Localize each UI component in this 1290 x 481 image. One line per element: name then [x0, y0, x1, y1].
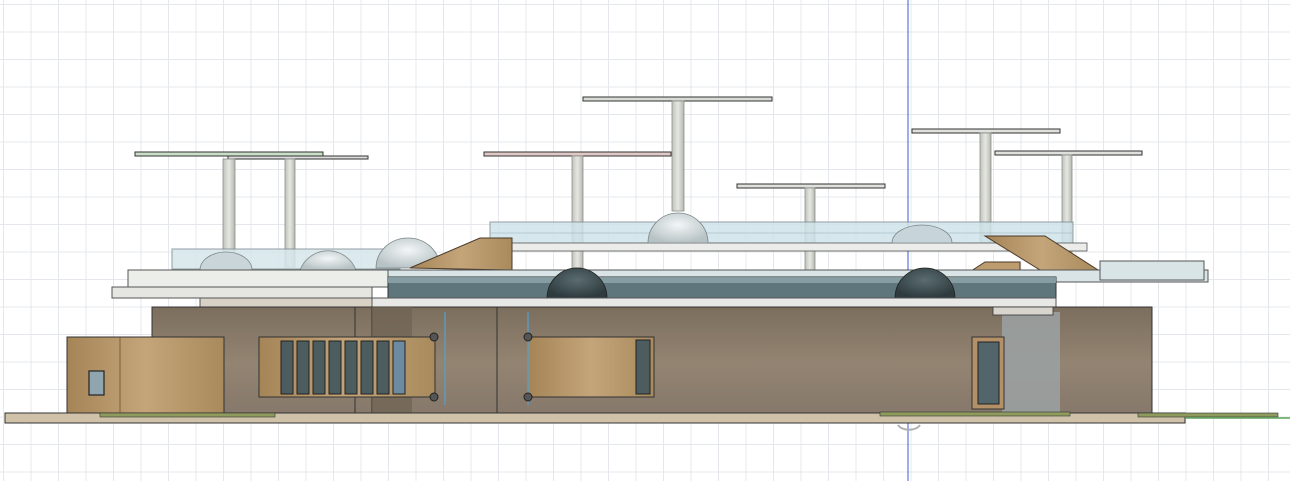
joint-handle-icon[interactable]	[523, 392, 533, 402]
building-elevation-model[interactable]	[0, 0, 1290, 481]
axis-marker-icon	[897, 424, 921, 431]
cad-viewport[interactable]	[0, 0, 1290, 481]
ground	[4, 411, 1290, 431]
joint-handle-icon[interactable]	[523, 332, 533, 342]
wood-annex	[66, 336, 225, 420]
joint-handle-icon[interactable]	[429, 392, 439, 402]
upper-terrace	[171, 212, 1088, 271]
joint-handle-icon[interactable]	[429, 332, 439, 342]
